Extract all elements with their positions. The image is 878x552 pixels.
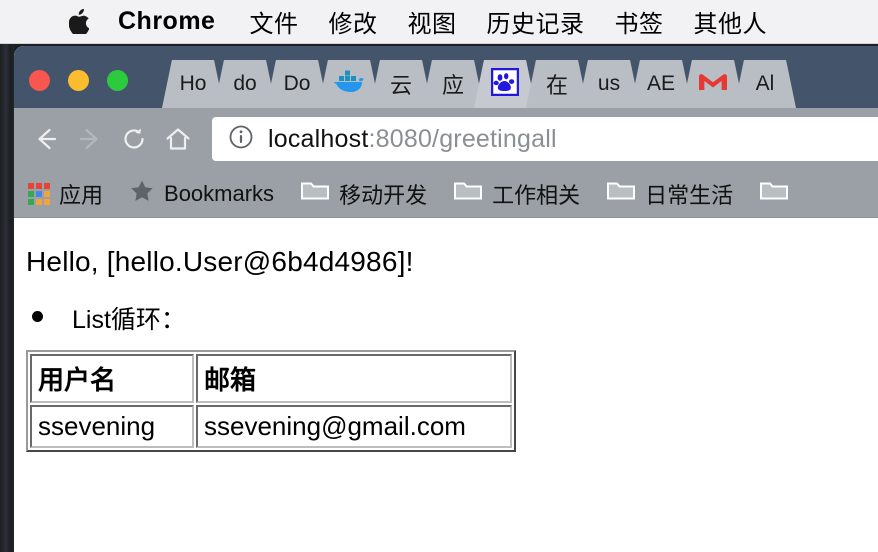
reload-icon[interactable] <box>112 117 156 161</box>
table-row: ssevening ssevening@gmail.com <box>30 405 512 448</box>
list-item: List循环： <box>14 278 878 336</box>
chrome-browser-window: Ho do Do 云 应 在 us AE Al localhost:8080/g… <box>14 46 878 552</box>
menu-item-file[interactable]: 文件 <box>249 4 298 39</box>
tab-title: AE <box>646 72 675 95</box>
folder-icon <box>606 179 636 208</box>
baidu-paw-icon <box>490 67 520 101</box>
menu-item-bookmarks[interactable]: 书签 <box>614 4 663 39</box>
home-icon[interactable] <box>156 117 200 161</box>
window-controls <box>29 70 128 91</box>
tab-title: 云 <box>389 73 412 98</box>
desktop-background-strip <box>0 44 14 552</box>
users-table: 用户名 邮箱 ssevening ssevening@gmail.com <box>26 350 516 452</box>
screen: Chrome 文件 修改 视图 历史记录 书签 其他人 Ho do Do 云 应… <box>0 0 878 552</box>
bookmark-folder-daily-life[interactable]: 日常生活 <box>606 178 733 210</box>
macos-menu-bar: Chrome 文件 修改 视图 历史记录 书签 其他人 <box>0 0 878 44</box>
maximize-window-button[interactable] <box>107 70 128 91</box>
tab-title: Al <box>755 72 775 95</box>
url-path: :8080/greetingall <box>368 124 557 153</box>
browser-toolbar: localhost:8080/greetingall <box>14 108 878 170</box>
folder-icon <box>453 179 483 208</box>
menu-item-edit[interactable]: 修改 <box>328 4 377 39</box>
bookmark-folder-work[interactable]: 工作相关 <box>453 178 580 210</box>
tab-list: Ho do Do 云 应 在 us AE Al <box>162 60 796 108</box>
table-header-email: 邮箱 <box>196 354 512 403</box>
table-cell-username: ssevening <box>30 405 194 448</box>
loop-list: List循环： <box>14 278 878 336</box>
star-icon <box>129 178 155 209</box>
gmail-m-icon <box>697 70 729 99</box>
minimize-window-button[interactable] <box>68 70 89 91</box>
close-window-button[interactable] <box>29 70 50 91</box>
address-bar-url: localhost:8080/greetingall <box>268 125 557 154</box>
apps-grid-icon <box>28 182 50 205</box>
bookmark-bookmarks[interactable]: Bookmarks <box>129 178 274 209</box>
address-bar[interactable]: localhost:8080/greetingall <box>212 117 878 161</box>
browser-tab[interactable]: Al <box>734 60 796 108</box>
bookmarks-bar: 应用 Bookmarks 移动开发 工作相关 日常生活 <box>14 170 878 218</box>
menu-item-history[interactable]: 历史记录 <box>486 4 584 39</box>
table-cell-email: ssevening@gmail.com <box>196 405 512 448</box>
tab-title: us <box>597 72 621 95</box>
table-header-row: 用户名 邮箱 <box>30 354 512 403</box>
bookmark-label: 日常生活 <box>645 182 734 208</box>
bookmark-label: Bookmarks <box>164 180 275 206</box>
tab-title: do <box>233 72 257 95</box>
folder-icon <box>300 179 330 208</box>
bookmark-label: 移动开发 <box>339 182 428 208</box>
bookmark-apps[interactable]: 应用 <box>28 178 103 210</box>
bookmark-label: 应用 <box>59 182 104 208</box>
page-greeting: Hello, [hello.User@6b4d4986]! <box>26 246 414 277</box>
url-host: localhost <box>268 124 369 153</box>
docker-whale-icon <box>332 69 366 100</box>
tab-strip: Ho do Do 云 应 在 us AE Al <box>14 46 878 108</box>
bookmark-folder-mobile-dev[interactable]: 移动开发 <box>300 178 427 210</box>
bookmark-folder-overflow[interactable] <box>759 179 798 208</box>
menu-item-view[interactable]: 视图 <box>407 4 456 39</box>
apple-logo-icon[interactable] <box>66 7 92 37</box>
tab-title: Do <box>283 72 311 95</box>
bookmark-label: 工作相关 <box>492 182 581 208</box>
tab-title: Ho <box>179 72 207 95</box>
info-circle-icon[interactable] <box>228 124 254 155</box>
tab-title: 应 <box>441 73 464 98</box>
forward-arrow-icon <box>68 117 112 161</box>
tab-title: 在 <box>545 73 568 98</box>
menu-item-people[interactable]: 其他人 <box>693 4 767 39</box>
folder-icon <box>759 179 789 208</box>
table-header-username: 用户名 <box>30 354 194 403</box>
menu-item-chrome[interactable]: Chrome <box>118 7 215 36</box>
back-arrow-icon[interactable] <box>24 117 68 161</box>
page-content: Hello, [hello.User@6b4d4986]! List循环： 用户… <box>14 218 878 552</box>
